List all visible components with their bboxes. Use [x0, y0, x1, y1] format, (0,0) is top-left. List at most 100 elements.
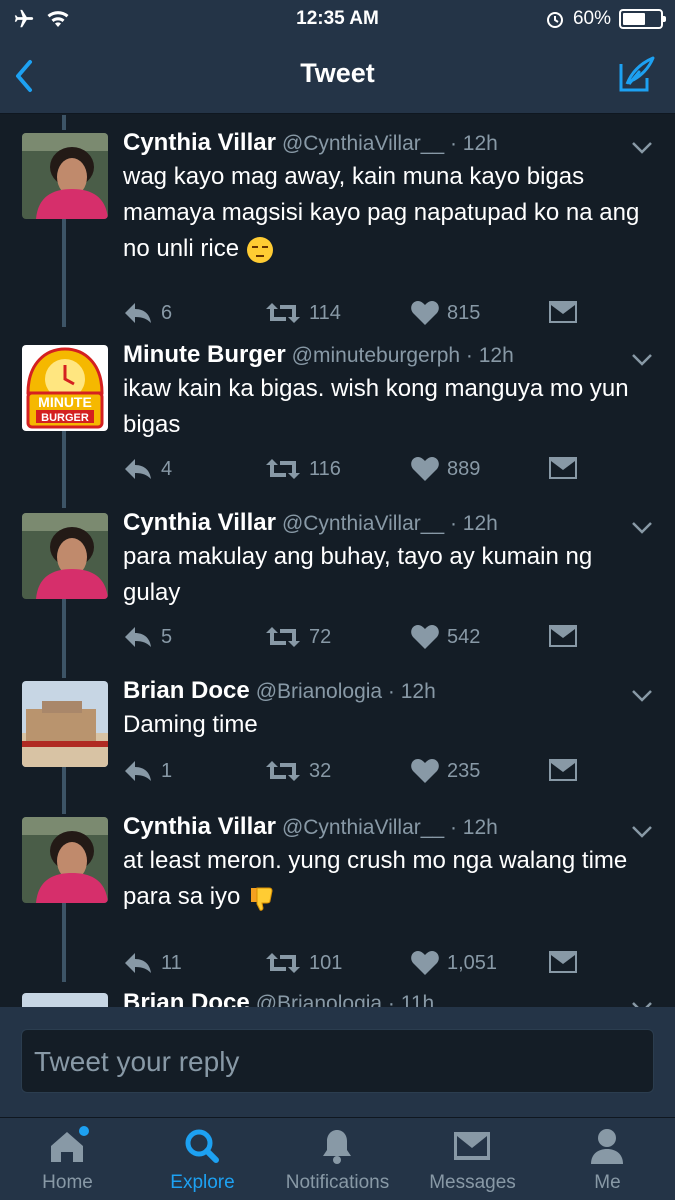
tweet-actions: 6 114 815 — [123, 301, 583, 331]
direct-message-button[interactable] — [549, 951, 577, 973]
heart-icon — [411, 457, 439, 481]
display-name[interactable]: Minute Burger — [123, 341, 286, 368]
unamused-face-emoji — [246, 236, 273, 263]
handle-time: @CynthiaVillar__ · 12h — [281, 132, 498, 155]
handle-time: @Brianologia · 12h — [255, 680, 436, 703]
status-bar: 12:35 AM 60% — [0, 0, 675, 38]
search-icon — [185, 1129, 219, 1163]
tab-home[interactable]: Home — [0, 1118, 135, 1200]
status-right: 60% — [545, 8, 666, 30]
conversation-timeline[interactable]: Cynthia Villar @CynthiaVillar__ · 12h wag… — [0, 115, 675, 1007]
heart-icon — [411, 301, 439, 325]
chevron-down-icon[interactable] — [631, 825, 653, 839]
display-name[interactable]: Cynthia Villar — [123, 129, 276, 156]
heart-icon — [411, 625, 439, 649]
envelope-icon — [549, 457, 577, 479]
person-icon — [591, 1129, 623, 1164]
tweet[interactable]: Cynthia Villar @CynthiaVillar__ · 12h at … — [0, 813, 675, 983]
heart-icon — [411, 759, 439, 783]
tweet-header: Cynthia Villar @CynthiaVillar__ · 12h — [123, 129, 498, 157]
reply-icon — [125, 627, 151, 647]
tweet-header: Minute Burger @minuteburgerph · 12h — [123, 341, 514, 369]
tweet[interactable]: Brian Doce @Brianologia · 11h — [0, 989, 675, 1007]
display-name[interactable]: Brian Doce — [123, 677, 250, 704]
tab-messages[interactable]: Messages — [405, 1118, 540, 1200]
like-button[interactable]: 889 — [411, 457, 480, 481]
tweet-actions: 4 116 889 — [123, 457, 583, 487]
retweet-button[interactable]: 114 — [265, 301, 341, 325]
retweet-icon — [266, 459, 300, 479]
reply-button[interactable]: 6 — [123, 301, 172, 325]
home-icon — [51, 1126, 89, 1162]
direct-message-button[interactable] — [549, 625, 577, 647]
display-name[interactable]: Cynthia Villar — [123, 813, 276, 840]
tweet[interactable]: Cynthia Villar @CynthiaVillar__ · 12h par… — [0, 509, 675, 669]
tab-notifications[interactable]: Notifications — [270, 1118, 405, 1200]
tweet-actions: 11 101 1,051 — [123, 951, 583, 981]
retweet-button[interactable]: 32 — [265, 759, 331, 783]
envelope-icon — [549, 951, 577, 973]
tweet-text: ikaw kain ka bigas. wish kong manguya mo… — [123, 375, 629, 438]
handle-time: @CynthiaVillar__ · 12h — [281, 512, 498, 535]
heart-icon — [411, 951, 439, 975]
tweet-text: wag kayo mag away, kain muna kayo bigas … — [123, 163, 640, 263]
avatar-brian-doce[interactable] — [22, 993, 108, 1007]
reply-composer: Tweet your reply — [0, 1007, 675, 1117]
tweet-header: Brian Doce @Brianologia · 12h — [123, 677, 436, 705]
compose-tweet-icon[interactable] — [617, 54, 657, 94]
tweet[interactable]: Brian Doce @Brianologia · 12h Daming time… — [0, 677, 675, 807]
like-button[interactable]: 815 — [411, 301, 480, 325]
like-button[interactable]: 1,051 — [411, 951, 497, 975]
reply-button[interactable]: 1 — [123, 759, 172, 783]
avatar-brian-doce[interactable] — [22, 681, 108, 767]
retweet-icon — [266, 953, 300, 973]
retweet-button[interactable]: 72 — [265, 625, 331, 649]
retweet-button[interactable]: 116 — [265, 457, 341, 481]
tweet-header: Cynthia Villar @CynthiaVillar__ · 12h — [123, 813, 498, 841]
retweet-icon — [266, 627, 300, 647]
display-name[interactable]: Brian Doce — [123, 989, 250, 1007]
display-name[interactable]: Cynthia Villar — [123, 509, 276, 536]
like-button[interactable]: 542 — [411, 625, 480, 649]
reply-button[interactable]: 11 — [123, 951, 182, 975]
retweet-icon — [266, 761, 300, 781]
tweet-actions: 5 72 542 — [123, 625, 583, 655]
envelope-icon — [549, 759, 577, 781]
tab-explore[interactable]: Explore — [135, 1118, 270, 1200]
tweet-text: Daming time — [123, 711, 258, 738]
handle-time: @minuteburgerph · 12h — [291, 344, 514, 367]
chevron-down-icon[interactable] — [631, 521, 653, 535]
avatar-cynthia-villar[interactable] — [22, 133, 108, 219]
tweet[interactable]: MINUTE BURGER Minute Burger @minuteburgerp… — [0, 341, 675, 501]
tweet-actions: 1 32 235 — [123, 759, 583, 789]
reply-input[interactable]: Tweet your reply — [21, 1029, 654, 1093]
reply-button[interactable]: 5 — [123, 625, 172, 649]
battery-icon — [619, 9, 666, 29]
chevron-down-icon[interactable] — [631, 353, 653, 367]
retweet-icon — [266, 303, 300, 323]
direct-message-button[interactable] — [549, 301, 577, 323]
like-button[interactable]: 235 — [411, 759, 480, 783]
logo-text-burger: BURGER — [41, 412, 89, 424]
direct-message-button[interactable] — [549, 457, 577, 479]
tweet[interactable]: Cynthia Villar @CynthiaVillar__ · 12h wag… — [0, 129, 675, 329]
tab-bar: Home Explore Notifications Messages Me — [0, 1117, 675, 1200]
alarm-icon — [546, 12, 563, 28]
chevron-down-icon[interactable] — [631, 689, 653, 703]
page-title: Tweet — [300, 58, 375, 88]
chevron-down-icon[interactable] — [631, 141, 653, 155]
notification-dot — [79, 1126, 89, 1136]
avatar-minute-burger[interactable]: MINUTE BURGER — [22, 345, 108, 431]
tab-me[interactable]: Me — [540, 1118, 675, 1200]
reply-icon — [125, 459, 151, 479]
retweet-button[interactable]: 101 — [265, 951, 342, 975]
direct-message-button[interactable] — [549, 759, 577, 781]
avatar-cynthia-villar[interactable] — [22, 513, 108, 599]
avatar-cynthia-villar[interactable] — [22, 817, 108, 903]
envelope-icon — [549, 625, 577, 647]
handle-time: @CynthiaVillar__ · 12h — [281, 816, 498, 839]
reply-button[interactable]: 4 — [123, 457, 172, 481]
logo-text-minute: MINUTE — [38, 394, 92, 410]
envelope-icon — [549, 301, 577, 323]
reply-icon — [125, 953, 151, 973]
